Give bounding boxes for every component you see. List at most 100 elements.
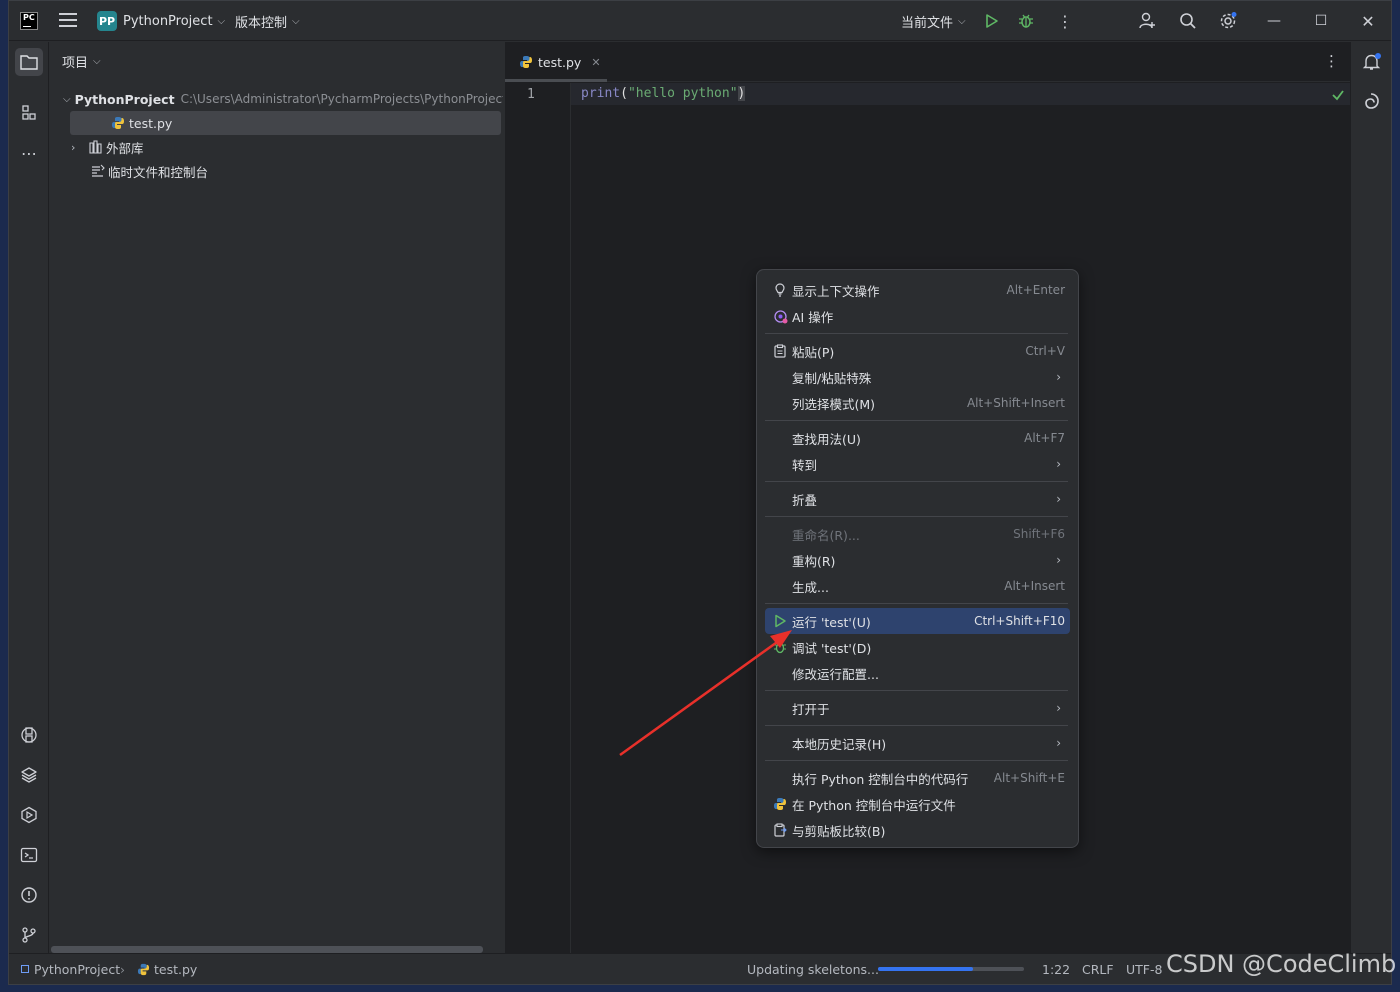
menu-separator xyxy=(765,603,1068,604)
menu-item-generate[interactable]: 生成... Alt+Insert xyxy=(765,573,1070,599)
menu-item-execute-in-console[interactable]: 执行 Python 控制台中的代码行 Alt+Shift+E xyxy=(765,765,1070,791)
maximize-icon[interactable]: ☐ xyxy=(1298,1,1344,41)
chevron-down-icon: ⌵ xyxy=(217,15,226,27)
tab-close-icon[interactable]: ✕ xyxy=(591,56,600,69)
chevron-down-icon: ⌵ xyxy=(958,15,966,27)
tree-row-project-root[interactable]: ⌵ PythonProject C:\Users\Administrator\P… xyxy=(63,87,503,111)
ai-assistant-icon[interactable] xyxy=(1362,92,1380,114)
tree-row-external-libraries[interactable]: › 外部库 xyxy=(71,135,491,159)
chevron-down-icon: ⌵ xyxy=(292,15,300,27)
horizontal-scrollbar[interactable] xyxy=(51,946,483,953)
menu-item-goto[interactable]: 转到 › xyxy=(765,451,1070,477)
editor-tab-bar: test.py ✕ ⋮ xyxy=(505,42,1351,82)
menu-item-paste[interactable]: 粘贴(P) Ctrl+V xyxy=(765,338,1070,364)
settings-gear-icon[interactable] xyxy=(1218,1,1238,41)
inspection-ok-icon[interactable] xyxy=(1331,88,1345,106)
menu-item-shortcut: Ctrl+V xyxy=(1025,344,1065,358)
breadcrumb-file[interactable]: test.py xyxy=(137,954,197,984)
code-with-me-icon[interactable] xyxy=(1138,1,1156,41)
menu-item-refactor[interactable]: 重构(R) › xyxy=(765,547,1070,573)
search-icon[interactable] xyxy=(1179,1,1197,41)
menu-item-label: 显示上下文操作 xyxy=(792,283,880,299)
menu-item-ai-actions[interactable]: AI 操作 xyxy=(765,303,1070,329)
module-icon xyxy=(21,965,29,973)
menu-item-run-in-console[interactable]: 在 Python 控制台中运行文件 xyxy=(765,791,1070,817)
menu-item-run-test[interactable]: 运行 'test'(U) Ctrl+Shift+F10 xyxy=(765,608,1070,634)
breadcrumb-project[interactable]: PythonProject xyxy=(21,954,120,984)
services-run-icon[interactable] xyxy=(15,801,43,829)
git-branch-icon[interactable] xyxy=(15,921,43,949)
submenu-arrow-icon: › xyxy=(1056,370,1061,384)
menu-separator xyxy=(765,420,1068,421)
tree-row-scratches[interactable]: 临时文件和控制台 xyxy=(91,159,491,183)
menu-item-label: 列选择模式(M) xyxy=(792,396,876,412)
menu-item-label: 转到 xyxy=(792,457,818,473)
left-tool-stripe: ⋯ xyxy=(9,42,49,955)
submenu-arrow-icon: › xyxy=(1056,701,1061,715)
menu-item-label: 重命名(R)... xyxy=(792,527,860,543)
main-menu-icon[interactable] xyxy=(59,13,77,29)
menu-item-shortcut: Alt+F7 xyxy=(1024,431,1065,445)
breadcrumb-file-label: test.py xyxy=(154,961,198,977)
debug-button[interactable] xyxy=(1018,1,1034,41)
menu-item-debug-test[interactable]: 调试 'test'(D) xyxy=(765,634,1070,660)
terminal-icon[interactable] xyxy=(15,841,43,869)
more-actions-icon[interactable]: ⋮ xyxy=(1057,1,1073,41)
run-button[interactable] xyxy=(984,1,1000,41)
background-task[interactable]: Updating skeletons... xyxy=(747,954,879,984)
close-icon[interactable]: ✕ xyxy=(1345,1,1391,41)
more-tools-icon[interactable]: ⋯ xyxy=(15,139,43,167)
editor-context-menu: 显示上下文操作 Alt+Enter AI 操作 粘贴(P) Ctrl+V 复制/… xyxy=(756,269,1079,848)
collapse-arrow-icon[interactable]: › xyxy=(71,141,89,154)
active-tab-indicator xyxy=(505,79,607,82)
menu-item-shortcut: Alt+Shift+E xyxy=(993,771,1065,785)
minimize-icon[interactable]: — xyxy=(1251,1,1297,41)
vcs-menu[interactable]: 版本控制 ⌵ xyxy=(235,1,300,41)
file-encoding[interactable]: UTF-8 xyxy=(1126,954,1162,984)
menu-item-shortcut: Shift+F6 xyxy=(1013,527,1065,541)
breadcrumb-separator-icon: › xyxy=(120,961,125,977)
layers-icon[interactable] xyxy=(15,761,43,789)
pycharm-window: PC PP PythonProject ⌵ 版本控制 ⌵ 当前文件 ⌵ ⋮ — … xyxy=(8,0,1392,985)
project-panel-header[interactable]: 项目 ⌵ xyxy=(62,52,101,71)
tree-row-test-py[interactable]: test.py xyxy=(70,111,501,135)
project-root-path: C:\Users\Administrator\PycharmProjects\P… xyxy=(180,92,503,106)
run-config-selector[interactable]: 当前文件 ⌵ xyxy=(901,1,966,41)
menu-item-find-usages[interactable]: 查找用法(U) Alt+F7 xyxy=(765,425,1070,451)
title-bar: PC PP PythonProject ⌵ 版本控制 ⌵ 当前文件 ⌵ ⋮ — … xyxy=(9,1,1391,41)
right-tool-stripe xyxy=(1350,42,1391,955)
menu-item-label: 在 Python 控制台中运行文件 xyxy=(792,797,956,813)
project-name: PythonProject xyxy=(123,13,213,29)
menu-item-label: 生成... xyxy=(792,579,829,595)
menu-item-local-history[interactable]: 本地历史记录(H) › xyxy=(765,730,1070,756)
notifications-bell-icon[interactable] xyxy=(1362,52,1382,76)
menu-item-label: 复制/粘贴特殊 xyxy=(792,370,872,386)
menu-item-modify-run-config[interactable]: 修改运行配置... xyxy=(765,660,1070,686)
pycharm-logo-icon[interactable]: PC xyxy=(20,12,38,30)
watermark: CSDN @CodeClimb xyxy=(1166,950,1397,978)
menu-item-copy-paste-special[interactable]: 复制/粘贴特殊 › xyxy=(765,364,1070,390)
problems-icon[interactable] xyxy=(15,881,43,909)
menu-item-compare-clipboard[interactable]: 与剪贴板比较(B) xyxy=(765,817,1070,843)
line-separator[interactable]: CRLF xyxy=(1082,954,1114,984)
menu-item-label: 修改运行配置... xyxy=(792,666,879,682)
menu-item-folding[interactable]: 折叠 › xyxy=(765,486,1070,512)
menu-item-label: 调试 'test'(D) xyxy=(792,640,872,656)
line-gutter: 1 xyxy=(505,83,571,955)
expand-arrow-icon[interactable]: ⌵ xyxy=(63,94,71,105)
background-task-label: Updating skeletons... xyxy=(747,961,879,977)
menu-item-label: 与剪贴板比较(B) xyxy=(792,823,886,839)
project-switcher[interactable]: PP PythonProject ⌵ xyxy=(97,1,225,41)
menu-item-open-in[interactable]: 打开于 › xyxy=(765,695,1070,721)
project-tool-icon[interactable] xyxy=(15,48,43,76)
tab-test-py[interactable]: test.py ✕ xyxy=(505,42,607,82)
menu-item-show-context-actions[interactable]: 显示上下文操作 Alt+Enter xyxy=(765,277,1070,303)
menu-item-label: AI 操作 xyxy=(792,309,834,325)
python-packages-icon[interactable] xyxy=(15,721,43,749)
logo-text: PC xyxy=(23,13,35,22)
structure-tool-icon[interactable] xyxy=(15,99,43,127)
code-line-1[interactable]: print("hello python") xyxy=(581,86,746,101)
menu-item-column-selection[interactable]: 列选择模式(M) Alt+Shift+Insert xyxy=(765,390,1070,416)
caret-position[interactable]: 1:22 xyxy=(1042,954,1070,984)
tab-more-icon[interactable]: ⋮ xyxy=(1324,52,1339,70)
